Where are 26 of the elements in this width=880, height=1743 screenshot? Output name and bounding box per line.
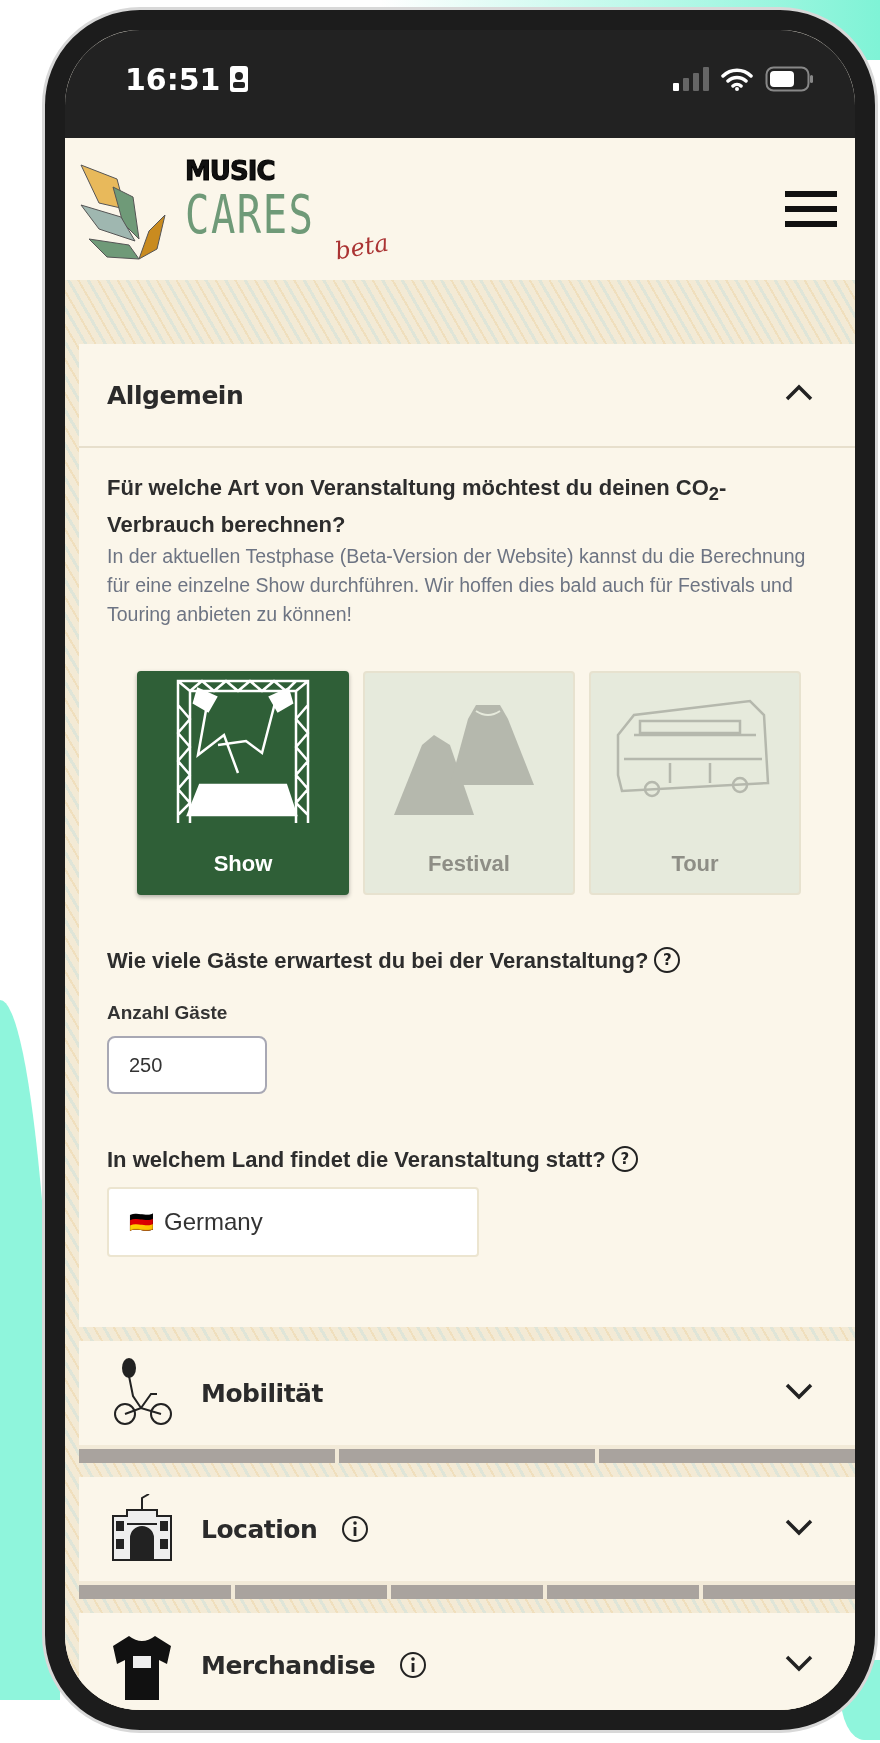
question-text: Für welche Art von Veranstaltung möchtest du deinen CO$_{2}$-Verbrauch berechnen? (107, 474, 728, 540)
event-type-option[interactable]: Show (137, 671, 349, 896)
flag-icon: 🇩🇪 (129, 1210, 154, 1235)
section-title: Mobilität (201, 1378, 323, 1408)
clock-time: 16:51 (125, 61, 221, 97)
battery-icon (765, 66, 815, 92)
section-title: Location (201, 1514, 318, 1544)
beta-tag: beta (333, 228, 391, 266)
section-title: Allgemein (107, 380, 244, 410)
country-select[interactable]: 🇩🇪 Germany (107, 1187, 479, 1258)
wifi-icon (721, 67, 753, 91)
guest-count-field[interactable]: 250 (107, 1036, 267, 1095)
question-text: In welchem Land findet die Veranstaltung statt? (107, 1146, 606, 1175)
contact-card-icon (228, 65, 249, 93)
question-text: Wie viele Gäste erwartest du bei der Veranstaltung? (107, 947, 649, 976)
section-title: Merchandise (201, 1650, 376, 1680)
info-icon (399, 1651, 428, 1680)
logo-wordmark: CARES (185, 185, 315, 245)
info-icon (341, 1515, 370, 1544)
help-button[interactable]: ? (611, 1146, 638, 1173)
signal-icon (673, 67, 709, 91)
field-label: Anzahl Gäste (107, 1002, 229, 1025)
help-button[interactable]: ? (654, 947, 681, 974)
logo-wordmark: MUSIC (185, 157, 276, 185)
menu-button[interactable] (785, 191, 837, 227)
description-text: In der aktuellen Testphase (Beta-Version der Website) kannst du die Berechnung für eine einzelne Show durchführen. Wir hoffen dies bald auch für Festivals und Touring anbieten zu können! (107, 544, 807, 628)
